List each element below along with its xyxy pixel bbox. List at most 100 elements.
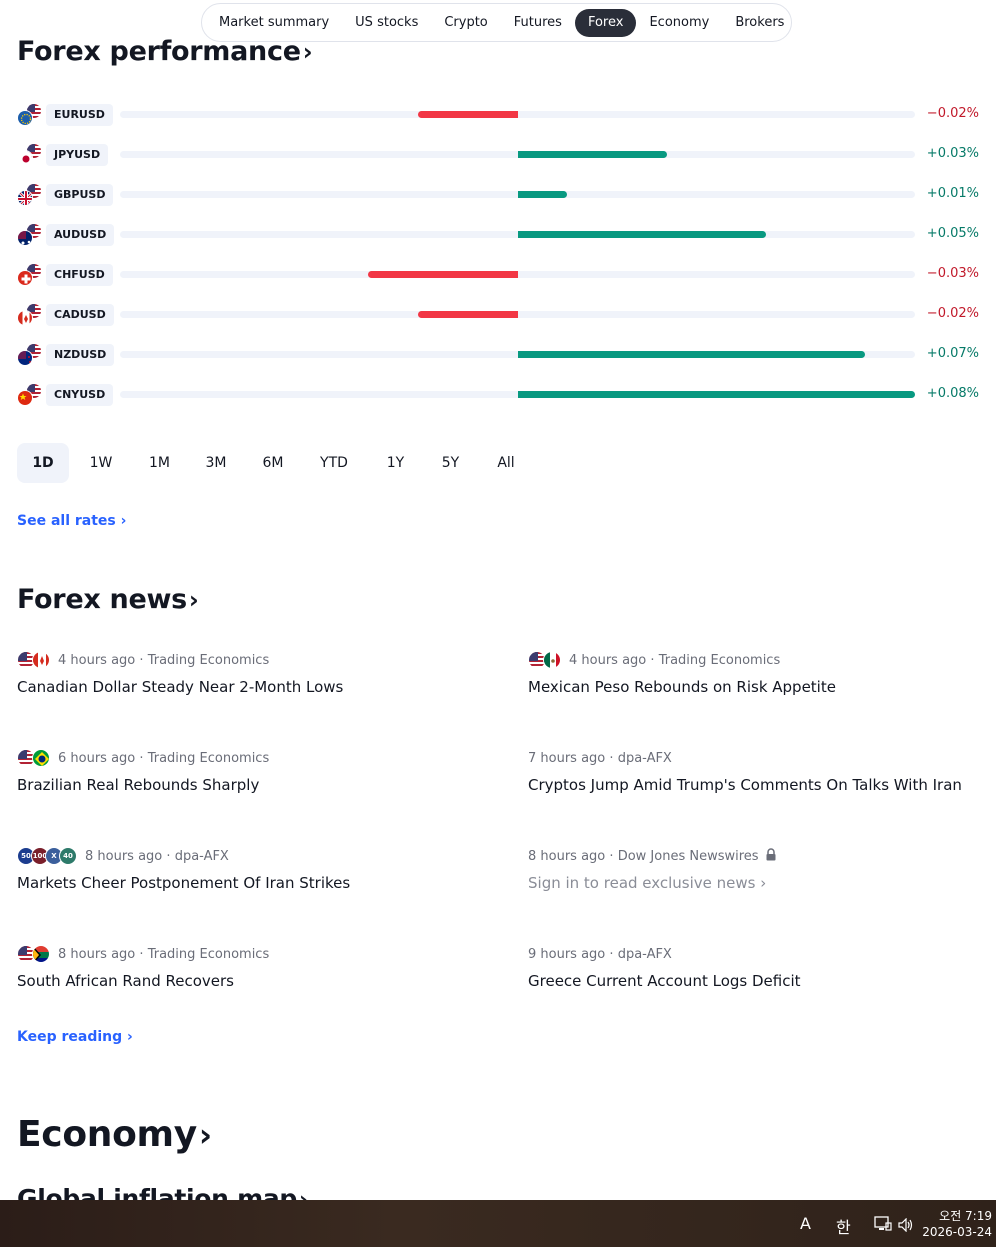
ch-flag-icon <box>17 270 33 286</box>
news-time: 8 hours ago <box>85 848 163 864</box>
range-1m-button[interactable]: 1M <box>133 443 186 483</box>
news-item[interactable]: 4 hours ago · Trading Economics Canadian… <box>17 650 477 696</box>
tab-forex[interactable]: Forex <box>574 8 637 37</box>
tab-us-stocks[interactable]: US stocks <box>342 9 431 37</box>
currency-pair-symbol[interactable]: CADUSD <box>46 304 114 326</box>
see-all-rates-label: See all rates <box>17 513 116 529</box>
change-percent: −0.02% <box>926 306 979 321</box>
performance-bar-track <box>120 351 915 358</box>
volume-icon[interactable] <box>898 1217 914 1236</box>
au-flag-icon <box>17 230 33 246</box>
news-time: 8 hours ago <box>528 848 606 864</box>
news-item[interactable]: 4 hours ago · Trading Economics Mexican … <box>528 650 988 696</box>
positive-change-bar <box>517 391 915 398</box>
change-percent: +0.08% <box>926 386 979 401</box>
forex-row-audusd[interactable]: AUDUSD +0.05% <box>17 223 979 247</box>
tab-market-summary[interactable]: Market summary <box>206 9 342 37</box>
network-icon[interactable] <box>874 1216 892 1236</box>
ime-mode-hangul[interactable]: 한 <box>836 1214 851 1238</box>
news-item[interactable]: 9 hours ago · dpa-AFX Greece Current Acc… <box>528 944 988 991</box>
news-headline[interactable]: Mexican Peso Rebounds on Risk Appetite <box>528 678 988 696</box>
tab-brokers[interactable]: Brokers <box>722 9 797 37</box>
range-1y-button[interactable]: 1Y <box>368 443 423 483</box>
range-3m-button[interactable]: 3M <box>186 443 246 483</box>
range-1d-button[interactable]: 1D <box>17 443 69 483</box>
currency-pair-symbol[interactable]: JPYUSD <box>46 144 109 166</box>
range-6m-button[interactable]: 6M <box>246 443 300 483</box>
forex-row-jpyusd[interactable]: JPYUSD +0.03% <box>17 143 979 167</box>
keep-reading-link[interactable]: Keep reading › <box>17 1029 133 1045</box>
meta-separator: · <box>166 848 171 864</box>
news-headline[interactable]: Cryptos Jump Amid Trump's Comments On Ta… <box>528 776 988 794</box>
tab-economy[interactable]: Economy <box>636 9 722 37</box>
eu-flag-icon <box>17 110 33 126</box>
news-item[interactable]: 8 hours ago · Trading Economics South Af… <box>17 944 477 990</box>
forex-row-gbpusd[interactable]: GBPUSD +0.01% <box>17 183 979 207</box>
forex-row-cnyusd[interactable]: CNYUSD +0.08% <box>17 383 979 407</box>
currency-pair-symbol[interactable]: GBPUSD <box>46 184 114 206</box>
mx-flag-icon <box>543 651 561 669</box>
news-badges: 50 100 X 40 <box>17 847 77 865</box>
za-flag-icon <box>32 945 50 963</box>
currency-pair-flags <box>17 263 43 287</box>
news-meta: 9 hours ago · dpa-AFX <box>528 944 988 964</box>
system-clock[interactable]: 오전 7:19 2026-03-24 <box>922 1208 992 1240</box>
news-source: dpa-AFX <box>617 946 672 962</box>
news-item[interactable]: 50 100 X 40 8 hours ago · dpa-AFX Market… <box>17 846 477 892</box>
sign-in-label: Sign in to read exclusive news <box>528 874 756 892</box>
tab-crypto[interactable]: Crypto <box>431 9 500 37</box>
meta-separator: · <box>139 652 144 668</box>
tab-futures[interactable]: Futures <box>501 9 575 37</box>
news-headline[interactable]: Greece Current Account Logs Deficit <box>528 972 988 990</box>
news-headline[interactable]: Markets Cheer Postponement Of Iran Strik… <box>17 874 477 892</box>
sign-in-link[interactable]: Sign in to read exclusive news › <box>528 874 988 892</box>
forex-row-eurusd[interactable]: EURUSD −0.02% <box>17 103 979 127</box>
chevron-right-icon: › <box>198 1116 212 1154</box>
news-flags <box>17 945 50 963</box>
ca-flag-icon <box>17 310 33 326</box>
ime-mode-a[interactable]: A <box>800 1214 811 1233</box>
see-all-rates-link[interactable]: See all rates › <box>17 513 126 529</box>
currency-pair-flags <box>17 383 43 407</box>
currency-pair-symbol[interactable]: CNYUSD <box>46 384 114 406</box>
news-headline[interactable]: Brazilian Real Rebounds Sharply <box>17 776 477 794</box>
change-percent: +0.05% <box>926 226 979 241</box>
economy-heading[interactable]: Economy› <box>17 1114 212 1155</box>
jp-flag-icon <box>17 150 33 166</box>
currency-pair-symbol[interactable]: CHFUSD <box>46 264 113 286</box>
chevron-right-icon: › <box>302 38 313 66</box>
news-time: 9 hours ago <box>528 946 606 962</box>
news-item-locked[interactable]: 8 hours ago · Dow Jones Newswires Sign i… <box>528 846 988 892</box>
currency-pair-flags <box>17 343 43 367</box>
forex-row-nzdusd[interactable]: NZDUSD +0.07% <box>17 343 979 367</box>
currency-pair-symbol[interactable]: AUDUSD <box>46 224 115 246</box>
range-5y-button[interactable]: 5Y <box>423 443 478 483</box>
news-source: Trading Economics <box>658 652 781 668</box>
forex-news-heading[interactable]: Forex news› <box>17 584 199 615</box>
chevron-right-icon: › <box>760 874 767 892</box>
forex-row-chfusd[interactable]: CHFUSD −0.03% <box>17 263 979 287</box>
meta-separator: · <box>650 652 655 668</box>
news-source: Trading Economics <box>147 652 270 668</box>
currency-pair-symbol[interactable]: EURUSD <box>46 104 113 126</box>
range-all-button[interactable]: All <box>478 443 534 483</box>
news-source: Dow Jones Newswires <box>617 848 759 864</box>
news-flags <box>528 651 561 669</box>
performance-bar-track <box>120 191 915 198</box>
news-flags <box>17 749 50 767</box>
performance-bar-track <box>120 111 915 118</box>
news-headline[interactable]: Canadian Dollar Steady Near 2-Month Lows <box>17 678 477 696</box>
range-1w-button[interactable]: 1W <box>69 443 133 483</box>
news-item[interactable]: 7 hours ago · dpa-AFX Cryptos Jump Amid … <box>528 748 988 795</box>
forex-row-cadusd[interactable]: CADUSD −0.02% <box>17 303 979 327</box>
range-ytd-button[interactable]: YTD <box>300 443 368 483</box>
currency-pair-symbol[interactable]: NZDUSD <box>46 344 115 366</box>
meta-separator: · <box>139 946 144 962</box>
news-time: 6 hours ago <box>58 750 136 766</box>
news-item[interactable]: 6 hours ago · Trading Economics Brazilia… <box>17 748 477 794</box>
negative-change-bar <box>418 111 518 118</box>
currency-pair-flags <box>17 223 43 247</box>
news-headline[interactable]: South African Rand Recovers <box>17 972 477 990</box>
news-time: 4 hours ago <box>58 652 136 668</box>
currency-pair-flags <box>17 183 43 207</box>
